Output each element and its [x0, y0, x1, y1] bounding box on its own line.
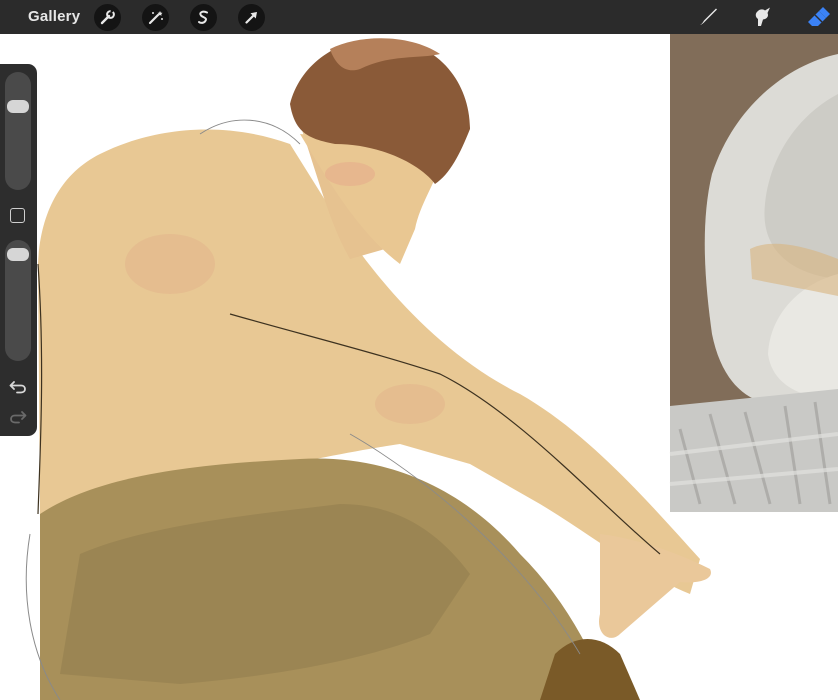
smudge-button[interactable] [748, 3, 776, 31]
transform-button[interactable] [238, 4, 265, 31]
reference-image [669, 34, 838, 512]
magic-wand-icon [148, 11, 163, 25]
drawing-canvas[interactable] [0, 34, 838, 700]
actions-wrench-button[interactable] [94, 4, 121, 31]
modify-button[interactable] [10, 208, 25, 223]
brush-size-thumb[interactable] [7, 100, 29, 113]
undo-icon [9, 381, 26, 394]
eraser-icon [808, 7, 830, 26]
undo-button[interactable] [8, 377, 28, 395]
redo-icon [10, 411, 27, 424]
opacity-slider[interactable] [5, 240, 31, 361]
selection-icon [198, 10, 208, 24]
wrench-icon [100, 8, 115, 25]
brush-size-slider[interactable] [5, 72, 31, 190]
left-sidebar [0, 64, 37, 436]
adjustments-button[interactable] [142, 4, 169, 31]
transform-arrow-icon [245, 12, 257, 24]
opacity-thumb[interactable] [7, 248, 29, 261]
brush-button[interactable] [694, 3, 722, 31]
selection-button[interactable] [190, 4, 217, 31]
eraser-button[interactable] [804, 3, 832, 31]
smudge-icon [755, 7, 770, 26]
top-toolbar: Gallery [0, 0, 838, 34]
redo-button[interactable] [8, 407, 28, 425]
brush-icon [700, 8, 717, 25]
gallery-button[interactable]: Gallery [28, 8, 80, 25]
